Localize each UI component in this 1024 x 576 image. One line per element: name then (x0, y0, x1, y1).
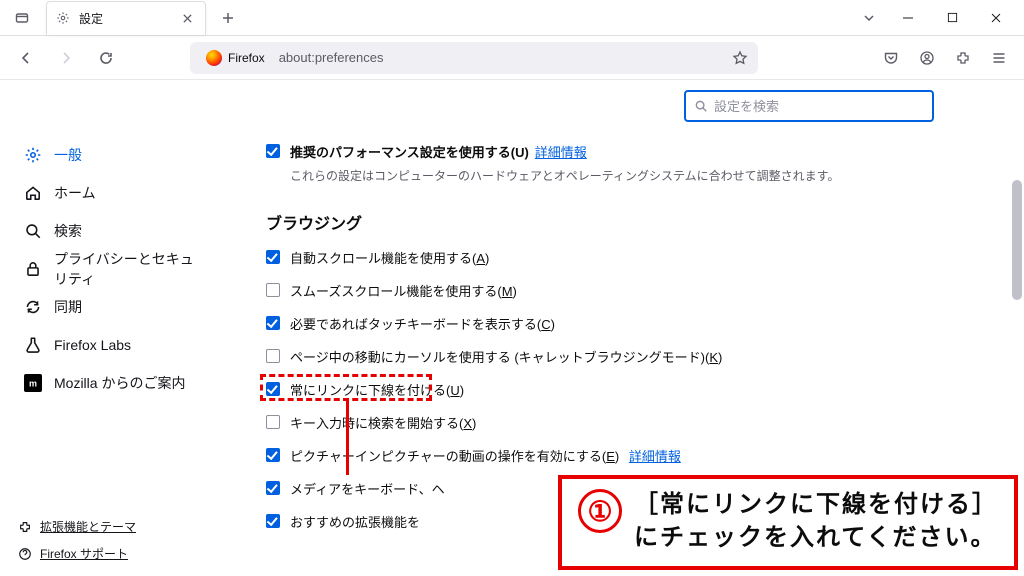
gear-icon (24, 146, 42, 164)
chevron-down-icon[interactable] (862, 11, 876, 25)
svg-text:m: m (29, 379, 37, 389)
home-icon (24, 184, 42, 202)
checkbox-label: 推奨のパフォーマンス設定を使用する(U)詳細情報 (290, 142, 587, 161)
lock-icon (24, 260, 42, 278)
firefox-icon (206, 50, 222, 66)
sync-icon (24, 298, 42, 316)
tab-strip: 設定 (0, 0, 1024, 36)
flask-icon (24, 336, 42, 354)
checkbox-label: スムーズスクロール機能を使用する(M) (290, 281, 517, 300)
save-to-pocket-button[interactable] (876, 42, 906, 74)
tab-settings[interactable]: 設定 (46, 1, 206, 35)
back-button[interactable] (10, 42, 42, 74)
sidebar-link-label: Firefox サポート (40, 545, 128, 562)
sidebar-item-home[interactable]: ホーム (0, 174, 224, 212)
url-bar[interactable]: Firefox about:preferences (190, 42, 758, 74)
checkbox[interactable] (266, 514, 280, 528)
nav-toolbar: Firefox about:preferences (0, 36, 1024, 80)
close-icon[interactable] (179, 10, 195, 26)
sidebar-item-sync[interactable]: 同期 (0, 288, 224, 326)
account-button[interactable] (912, 42, 942, 74)
checkbox-label: 自動スクロール機能を使用する(A) (290, 248, 489, 267)
sidebar-item-labs[interactable]: Firefox Labs (0, 326, 224, 364)
option-row: 常にリンクに下線を付ける(U) (266, 380, 1000, 399)
option-row: キー入力時に検索を開始する(X) (266, 413, 1000, 432)
app-menu-button[interactable] (984, 42, 1014, 74)
checkbox-label: ページ中の移動にカーソルを使用する (キャレットブラウジングモード)(K) (290, 347, 722, 366)
window-close-button[interactable] (974, 0, 1018, 36)
forward-button (50, 42, 82, 74)
list-all-tabs-button[interactable] (8, 4, 36, 32)
sidebar-label: 一般 (54, 145, 82, 165)
section-heading-browsing: ブラウジング (266, 210, 1000, 234)
sidebar-label: 検索 (54, 221, 82, 241)
detail-link[interactable]: 詳細情報 (535, 145, 587, 160)
search-icon (24, 222, 42, 240)
reload-button[interactable] (90, 42, 122, 74)
mozilla-icon: m (24, 374, 42, 392)
new-tab-button[interactable] (214, 4, 242, 32)
checkbox-label: 常にリンクに下線を付ける(U) (290, 380, 464, 399)
sidebar-item-privacy[interactable]: プライバシーとセキュリティ (0, 250, 224, 288)
checkbox[interactable] (266, 283, 280, 297)
bookmark-star-icon[interactable] (732, 50, 748, 66)
help-icon (18, 547, 32, 561)
tab-title: 設定 (79, 10, 171, 27)
annotation-callout: ① ［常にリンクに下線を付ける］にチェックを入れてください。 (558, 475, 1018, 570)
checkbox[interactable] (266, 349, 280, 363)
puzzle-icon (18, 520, 32, 534)
annotation-connector-line (346, 401, 349, 475)
checkbox[interactable] (266, 448, 280, 462)
sidebar-link-label: 拡張機能とテーマ (40, 518, 136, 535)
window-maximize-button[interactable] (930, 0, 974, 36)
detail-link[interactable]: 詳細情報 (629, 449, 681, 464)
url-text: about:preferences (279, 50, 384, 65)
checkbox[interactable] (266, 250, 280, 264)
annotation-number-badge: ① (578, 489, 622, 533)
sidebar-link-support[interactable]: Firefox サポート (18, 545, 136, 562)
checkbox[interactable] (266, 382, 280, 396)
checkbox-label: キー入力時に検索を開始する(X) (290, 413, 476, 432)
sidebar-label: Mozilla からのご案内 (54, 373, 185, 393)
checkbox[interactable] (266, 415, 280, 429)
checkbox-performance-recommended[interactable] (266, 144, 280, 158)
window-minimize-button[interactable] (886, 0, 930, 36)
identity-label: Firefox (228, 51, 265, 65)
sidebar-label: ホーム (54, 183, 96, 203)
option-row: 自動スクロール機能を使用する(A) (266, 248, 1000, 267)
identity-chip[interactable]: Firefox (200, 48, 271, 68)
checkbox[interactable] (266, 316, 280, 330)
annotation-text: ［常にリンクに下線を付ける］にチェックを入れてください。 (634, 489, 998, 554)
option-row: ページ中の移動にカーソルを使用する (キャレットブラウジングモード)(K) (266, 347, 1000, 366)
sidebar-label: 同期 (54, 297, 82, 317)
checkbox-label: おすすめの拡張機能を (290, 512, 420, 531)
extensions-button[interactable] (948, 42, 978, 74)
perf-subtext: これらの設定はコンピューターのハードウェアとオペレーティングシステムに合わせて調… (290, 167, 1000, 184)
option-row: ピクチャーインピクチャーの動画の操作を有効にする(E) 詳細情報 (266, 446, 1000, 465)
option-row: スムーズスクロール機能を使用する(M) (266, 281, 1000, 300)
prefs-search-input[interactable] (714, 99, 924, 114)
sidebar-item-general[interactable]: 一般 (0, 136, 224, 174)
prefs-sidebar: 一般 ホーム 検索 プライバシーとセキュリティ 同期 Firefox Labs … (0, 80, 224, 576)
checkbox-label: メディアをキーボード、ヘ (290, 479, 445, 498)
sidebar-label: プライバシーとセキュリティ (54, 249, 200, 289)
checkbox[interactable] (266, 481, 280, 495)
gear-icon (55, 10, 71, 26)
prefs-search-box[interactable] (684, 90, 934, 122)
sidebar-item-search[interactable]: 検索 (0, 212, 224, 250)
scrollbar-thumb[interactable] (1012, 180, 1022, 300)
option-row: 必要であればタッチキーボードを表示する(C) (266, 314, 1000, 333)
checkbox-label: 必要であればタッチキーボードを表示する(C) (290, 314, 555, 333)
sidebar-item-mozilla[interactable]: m Mozilla からのご案内 (0, 364, 224, 402)
sidebar-label: Firefox Labs (54, 337, 131, 353)
sidebar-link-addons[interactable]: 拡張機能とテーマ (18, 518, 136, 535)
